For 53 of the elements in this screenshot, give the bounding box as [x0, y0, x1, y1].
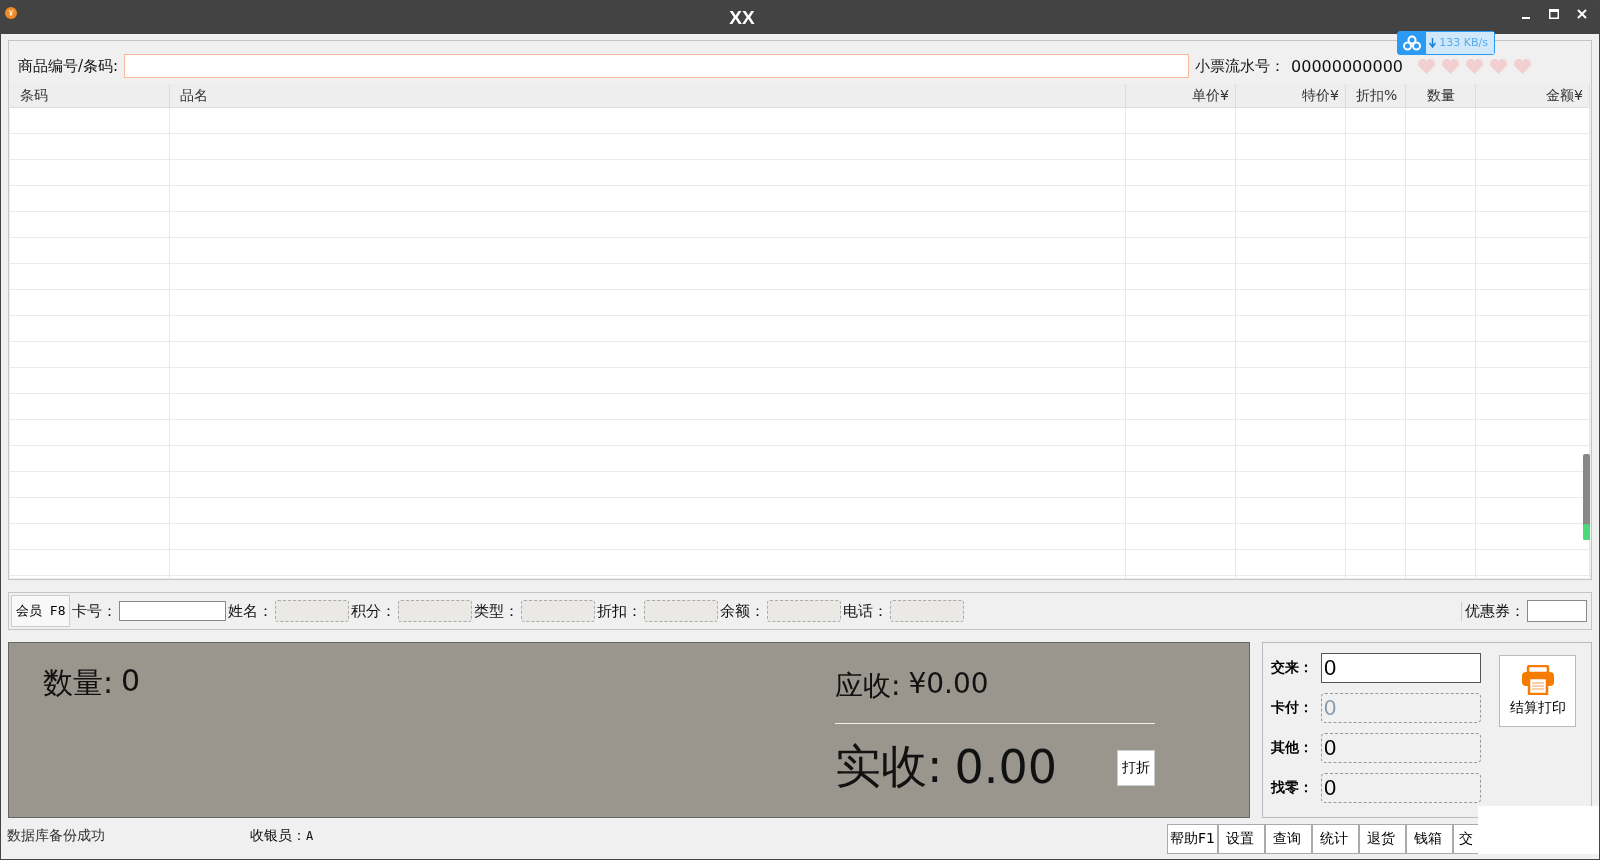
coin-icon — [5, 7, 17, 19]
discount-button[interactable]: 打折 — [1117, 750, 1155, 786]
coupon-label: 优惠券： — [1461, 601, 1525, 621]
ticket-number: 00000000000 — [1291, 56, 1403, 76]
toolbar-button[interactable]: 设置 — [1218, 824, 1265, 854]
checkout-print-button[interactable]: 结算打印 — [1499, 655, 1576, 727]
payment-field: 0 — [1321, 773, 1481, 803]
received-label: 实收: — [835, 738, 943, 795]
member-button[interactable]: 会员 F8 — [11, 595, 71, 627]
payment-field[interactable]: 0 — [1321, 653, 1481, 683]
payment-label: 卡付： — [1271, 699, 1314, 717]
maximize-icon[interactable] — [1549, 9, 1559, 19]
payment-label: 找零： — [1271, 779, 1314, 797]
due-label: 应收: — [835, 668, 901, 704]
toolbar-button[interactable]: 统计 — [1312, 824, 1359, 854]
ticket-label: 小票流水号： — [1195, 56, 1285, 76]
close-icon[interactable] — [1577, 9, 1587, 19]
member-field-label: 卡号： — [72, 601, 118, 621]
member-field-label: 余额： — [720, 601, 766, 621]
quantity-value: 0 — [121, 663, 141, 700]
heart-icon — [1489, 57, 1508, 75]
down-arrow-icon — [1429, 38, 1437, 48]
member-field-label: 类型： — [474, 601, 520, 621]
member-field-label: 积分： — [351, 601, 397, 621]
barcode-input[interactable] — [124, 54, 1189, 78]
toolbar-button[interactable]: 帮助F1 — [1167, 824, 1218, 854]
search-label: 商品编号/条码: — [18, 56, 119, 76]
toolbar-button[interactable]: 退货 — [1359, 824, 1406, 854]
toolbar-button[interactable]: 钱箱 — [1406, 824, 1453, 854]
status-message: 数据库备份成功 — [7, 827, 106, 845]
cloud-icon — [1402, 35, 1423, 51]
download-speed: 133 KB/s — [1439, 35, 1488, 51]
payment-field: 0 — [1321, 693, 1481, 723]
member-field-label: 折扣： — [597, 601, 643, 621]
toolbar-button[interactable]: 查询 — [1265, 824, 1312, 854]
cashier-label: 收银员：A — [250, 827, 314, 845]
received-amount: 0.00 — [954, 740, 1057, 794]
payment-label: 其他： — [1271, 739, 1314, 757]
payment-label: 交来： — [1271, 659, 1314, 677]
member-field-label: 姓名： — [228, 601, 274, 621]
card-number-input[interactable] — [119, 601, 227, 621]
quantity-label: 数量: — [43, 664, 114, 702]
coupon-input[interactable] — [1527, 600, 1587, 622]
window-title: XX — [729, 6, 755, 29]
printer-icon — [1520, 665, 1555, 695]
heart-icon — [1513, 57, 1532, 75]
heart-icon — [1441, 57, 1460, 75]
due-amount: ¥0.00 — [908, 667, 989, 702]
heart-icon — [1417, 57, 1436, 75]
scrollbar[interactable] — [1583, 454, 1590, 540]
heart-icon — [1465, 57, 1484, 75]
payment-field: 0 — [1321, 733, 1481, 763]
member-field-label: 电话： — [843, 601, 889, 621]
